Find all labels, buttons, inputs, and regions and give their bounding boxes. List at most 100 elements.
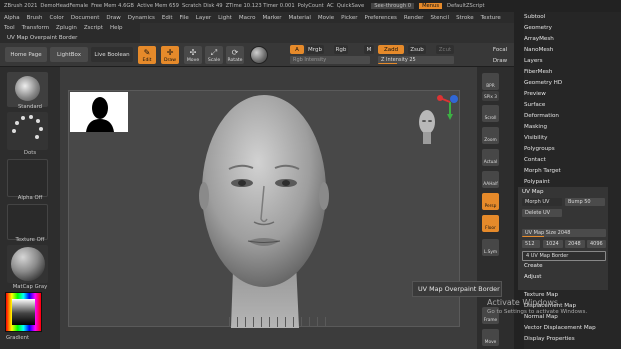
menu-brush[interactable]: Brush — [27, 15, 43, 21]
palette-surface[interactable]: Surface — [524, 102, 545, 108]
menu-material[interactable]: Material — [289, 15, 311, 21]
menu-render[interactable]: Render — [404, 15, 424, 21]
palette-morph-target[interactable]: Morph Target — [524, 168, 561, 174]
palette-deformation[interactable]: Deformation — [524, 113, 559, 119]
quicksave-button[interactable]: QuickSave — [337, 3, 364, 9]
palette-geometry[interactable]: Geometry — [524, 25, 552, 31]
head-preview-icon — [419, 110, 435, 144]
scale-mode-button[interactable]: ⤢ Scale — [205, 46, 223, 64]
edit-mode-button[interactable]: ✎ Edit — [138, 46, 156, 64]
zsub-button[interactable]: Zsub — [408, 45, 426, 54]
palette-display-properties[interactable]: Display Properties — [524, 336, 575, 342]
lsym-button[interactable]: L.Sym — [482, 239, 499, 256]
palette-layers[interactable]: Layers — [524, 58, 543, 64]
menu-tool[interactable]: Tool — [4, 25, 15, 31]
palette-visibility[interactable]: Visibility — [524, 135, 547, 141]
title-document: DemoHeadFemale — [40, 3, 89, 9]
color-picker[interactable] — [5, 292, 42, 332]
zadd-button[interactable]: Zadd — [378, 45, 404, 54]
aahalf-button[interactable]: AAHalf — [482, 171, 499, 188]
menu-stroke[interactable]: Stroke — [456, 15, 474, 21]
navigation-gizmo[interactable] — [434, 92, 464, 122]
bpr-button[interactable]: BPR — [482, 73, 499, 90]
palette-vector-displacement-map[interactable]: Vector Displacement Map — [524, 325, 596, 331]
texture-thumbnail[interactable] — [7, 204, 48, 240]
menu-marker[interactable]: Marker — [263, 15, 282, 21]
palette-contact[interactable]: Contact — [524, 157, 546, 163]
document-viewport[interactable] — [68, 90, 460, 328]
stroke-thumbnail[interactable] — [7, 112, 48, 150]
actual-button[interactable]: Actual — [482, 149, 499, 166]
live-boolean-button[interactable]: Live Boolean — [91, 47, 133, 62]
m-button[interactable]: M — [364, 45, 374, 54]
create-button[interactable]: Create — [524, 263, 543, 269]
morph-uv-button[interactable]: Morph UV — [522, 198, 562, 206]
menu-color[interactable]: Color — [50, 15, 64, 21]
menu-zscript[interactable]: Zscript — [84, 25, 103, 31]
spix-button[interactable]: SPix 3 — [482, 91, 499, 101]
menu-draw[interactable]: Draw — [106, 15, 120, 21]
seethrough-slider[interactable]: See-through 0 — [371, 3, 415, 9]
alpha-thumbnail[interactable] — [7, 159, 48, 197]
menu-layer[interactable]: Layer — [196, 15, 211, 21]
home-page-button[interactable]: Home Page — [5, 47, 47, 62]
draw-mode-button[interactable]: ✛ Draw — [161, 46, 179, 64]
rotate-mode-button[interactable]: ⟳ Rotate — [226, 46, 244, 64]
menu-document[interactable]: Document — [71, 15, 100, 21]
menu-dynamics[interactable]: Dynamics — [128, 15, 155, 21]
persp-button[interactable]: Persp — [482, 193, 499, 210]
rgb-intensity-slider[interactable]: Rgb Intensity — [290, 56, 370, 64]
menu-file[interactable]: File — [180, 15, 189, 21]
adjust-button[interactable]: Adjust — [524, 274, 542, 280]
move-button[interactable]: Move — [482, 329, 499, 346]
palette-arraymesh[interactable]: ArrayMesh — [524, 36, 554, 42]
palette-fibermesh[interactable]: FiberMesh — [524, 69, 552, 75]
delete-uv-button[interactable]: Delete UV — [522, 209, 562, 217]
top-toolbar: Home Page LightBox Live Boolean ✎ Edit ✛… — [0, 43, 514, 67]
menu-help[interactable]: Help — [110, 25, 123, 31]
uv-size-4096-button[interactable]: 4096 — [587, 240, 606, 248]
z-intensity-slider[interactable]: Z Intensity 25 — [378, 56, 454, 64]
palette-polygroups[interactable]: Polygroups — [524, 146, 555, 152]
menu-texture[interactable]: Texture — [481, 15, 501, 21]
move-mode-button[interactable]: ✣ Move — [184, 46, 202, 64]
menus-button[interactable]: Menus — [419, 3, 443, 9]
uv-map-size-slider[interactable]: UV Map Size 2048 — [522, 229, 606, 237]
uv-size-2048-button[interactable]: 2048 — [565, 240, 585, 248]
bump-slider[interactable]: Bump 50 — [565, 198, 605, 206]
menu-light[interactable]: Light — [218, 15, 232, 21]
uv-map-title[interactable]: UV Map — [522, 189, 544, 195]
menu-stencil[interactable]: Stencil — [430, 15, 449, 21]
menu-transform[interactable]: Transform — [22, 25, 49, 31]
zoom-button[interactable]: Zoom — [482, 127, 499, 144]
palette-polypaint[interactable]: Polypaint — [524, 179, 550, 185]
brush-thumbnail[interactable] — [7, 72, 48, 107]
menu-edit[interactable]: Edit — [162, 15, 173, 21]
default-zscript-button[interactable]: DefaultZScript — [447, 3, 485, 9]
draw-size-label[interactable]: Draw — [488, 56, 512, 65]
menu-alpha[interactable]: Alpha — [4, 15, 20, 21]
focal-shift-label[interactable]: Focal — [488, 45, 512, 54]
menu-picker[interactable]: Picker — [341, 15, 357, 21]
mrgb-button[interactable]: Mrgb — [306, 45, 324, 54]
uv-size-1024-button[interactable]: 1024 — [543, 240, 563, 248]
material-sphere-icon[interactable] — [250, 46, 268, 64]
menu-zplugin[interactable]: Zplugin — [56, 25, 77, 31]
palette-geometry-hd[interactable]: Geometry HD — [524, 80, 562, 86]
floor-button[interactable]: Floor — [482, 215, 499, 232]
uv-size-512-button[interactable]: 512 — [522, 240, 540, 248]
scroll-button[interactable]: Scroll — [482, 105, 499, 122]
uv-map-border-slider[interactable]: 4 UV Map Border — [522, 251, 606, 261]
material-thumbnail[interactable] — [7, 245, 48, 283]
rgb-button[interactable]: Rgb — [334, 45, 348, 54]
menu-preferences[interactable]: Preferences — [365, 15, 397, 21]
palette-nanomesh[interactable]: NanoMesh — [524, 47, 553, 53]
a-mode-button[interactable]: A — [290, 45, 304, 54]
lightbox-button[interactable]: LightBox — [50, 47, 88, 62]
palette-preview[interactable]: Preview — [524, 91, 546, 97]
zcut-button[interactable]: Zcut — [436, 45, 454, 54]
menu-movie[interactable]: Movie — [318, 15, 334, 21]
palette-masking[interactable]: Masking — [524, 124, 547, 130]
menu-macro[interactable]: Macro — [239, 15, 256, 21]
palette-subtool[interactable]: Subtool — [524, 14, 545, 20]
